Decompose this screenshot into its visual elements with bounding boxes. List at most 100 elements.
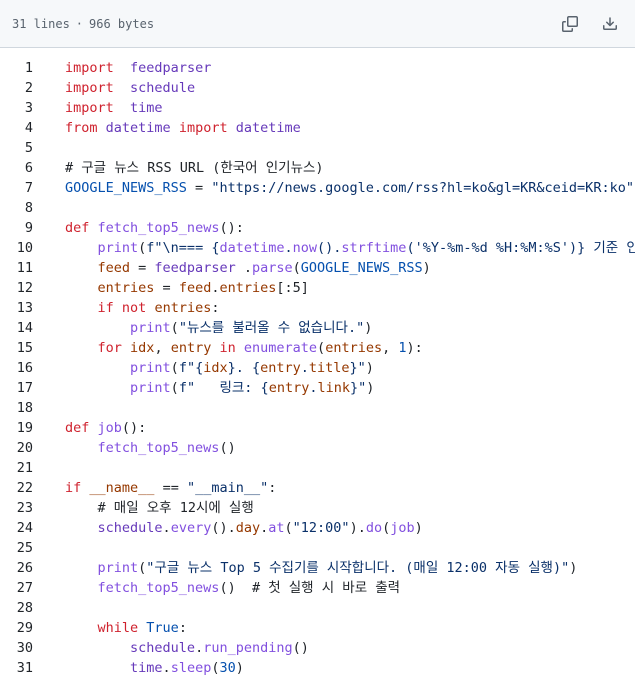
line-number[interactable]: 12 [0,278,33,298]
code-token: () [219,580,252,596]
line-number[interactable]: 26 [0,558,33,578]
line-number[interactable]: 13 [0,298,33,318]
line-number[interactable]: 5 [0,138,33,158]
line-number[interactable]: 25 [0,538,33,558]
line-number[interactable]: 18 [0,398,33,418]
code-view[interactable]: 1 import feedparser 2 import schedule 3 impor… [0,48,635,678]
download-button[interactable] [599,13,621,35]
code-token: entries [325,340,383,356]
code-token: : [211,300,220,316]
line-number[interactable]: 10 [0,238,33,258]
code-token: () [292,640,309,656]
code-token: f"{ [178,360,204,376]
code-token: "12:00" [292,520,350,536]
line-code: # 구글 뉴스 RSS URL (한국어 인기뉴스) [33,158,324,178]
code-token: import [65,60,114,76]
line-number[interactable]: 27 [0,578,33,598]
line-code: def job(): [33,418,146,438]
copy-button[interactable] [559,13,581,35]
code-token: print [130,380,171,396]
code-line: 6 # 구글 뉴스 RSS URL (한국어 인기뉴스) [0,158,635,178]
line-number[interactable]: 14 [0,318,33,338]
code-token: print [97,560,139,576]
code-token: (): [219,220,244,236]
code-token: }" [349,360,366,376]
line-number[interactable]: 8 [0,198,33,218]
code-line: 25 [0,538,635,558]
code-token: "구글 뉴스 Top 5 수집기를 시작합니다. (매일 12:00 자동 실행… [146,560,570,576]
code-token: GOOGLE_NEWS_RSS [300,260,423,276]
line-number[interactable]: 29 [0,618,33,638]
code-token: now [292,240,318,256]
line-number[interactable]: 11 [0,258,33,278]
line-number[interactable]: 24 [0,518,33,538]
line-number[interactable]: 17 [0,378,33,398]
code-token: ) [569,560,578,576]
line-code: entries = feed.entries[:5] [33,278,309,298]
line-number[interactable]: 6 [0,158,33,178]
line-number[interactable]: 1 [0,58,33,78]
code-token: ( [284,520,293,536]
code-token: schedule [130,640,196,656]
code-line: 30 schedule.run_pending() [0,638,635,658]
line-number[interactable]: 15 [0,338,33,358]
download-icon [603,16,617,30]
code-token: while [97,620,139,636]
line-number[interactable]: 22 [0,478,33,498]
line-number[interactable]: 28 [0,598,33,618]
line-code: fetch_top5_news() [33,438,236,458]
code-token: True [146,620,179,636]
code-token: print [97,240,139,256]
code-line: 26 print("구글 뉴스 Top 5 수집기를 시작합니다. (매일 12… [0,558,635,578]
line-number[interactable]: 16 [0,358,33,378]
code-token: feed [178,280,212,296]
line-number[interactable]: 3 [0,98,33,118]
meta-separator: · [75,16,84,31]
code-token: print [130,320,171,336]
code-token: fetch_top5_news [97,220,220,236]
code-token: print [130,360,171,376]
line-number[interactable]: 19 [0,418,33,438]
code-token: at [268,520,285,536]
line-number[interactable]: 20 [0,438,33,458]
code-token: def [65,220,90,236]
code-token: feedparser [130,60,212,76]
line-number[interactable]: 21 [0,458,33,478]
line-number[interactable]: 2 [0,78,33,98]
code-line: 23 # 매일 오후 12시에 실행 [0,498,635,518]
code-line: 9 def fetch_top5_news(): [0,218,635,238]
line-number[interactable]: 30 [0,638,33,658]
code-token: strftime [341,240,407,256]
line-number[interactable]: 9 [0,218,33,238]
code-line: 1 import feedparser [0,58,635,78]
code-token: schedule [130,80,196,96]
line-code: print(f"\n=== {datetime.now().strftime('… [33,238,635,258]
code-line: 22 if __name__ == "__main__": [0,478,635,498]
code-token: # 첫 실행 시 바로 출력 [251,580,401,596]
line-number[interactable]: 7 [0,178,33,198]
line-number[interactable]: 4 [0,118,33,138]
code-line: 18 [0,398,635,418]
code-token: time [130,100,163,116]
code-token: # 매일 오후 12시에 실행 [97,500,254,516]
code-token: job [390,520,415,536]
code-token: entries [219,280,277,296]
code-token: (): [121,420,147,436]
line-number[interactable]: 31 [0,658,33,678]
code-line: 4 from datetime import datetime [0,118,635,138]
line-number[interactable]: 23 [0,498,33,518]
code-token: __name__ [89,480,155,496]
code-token: : [268,480,277,496]
